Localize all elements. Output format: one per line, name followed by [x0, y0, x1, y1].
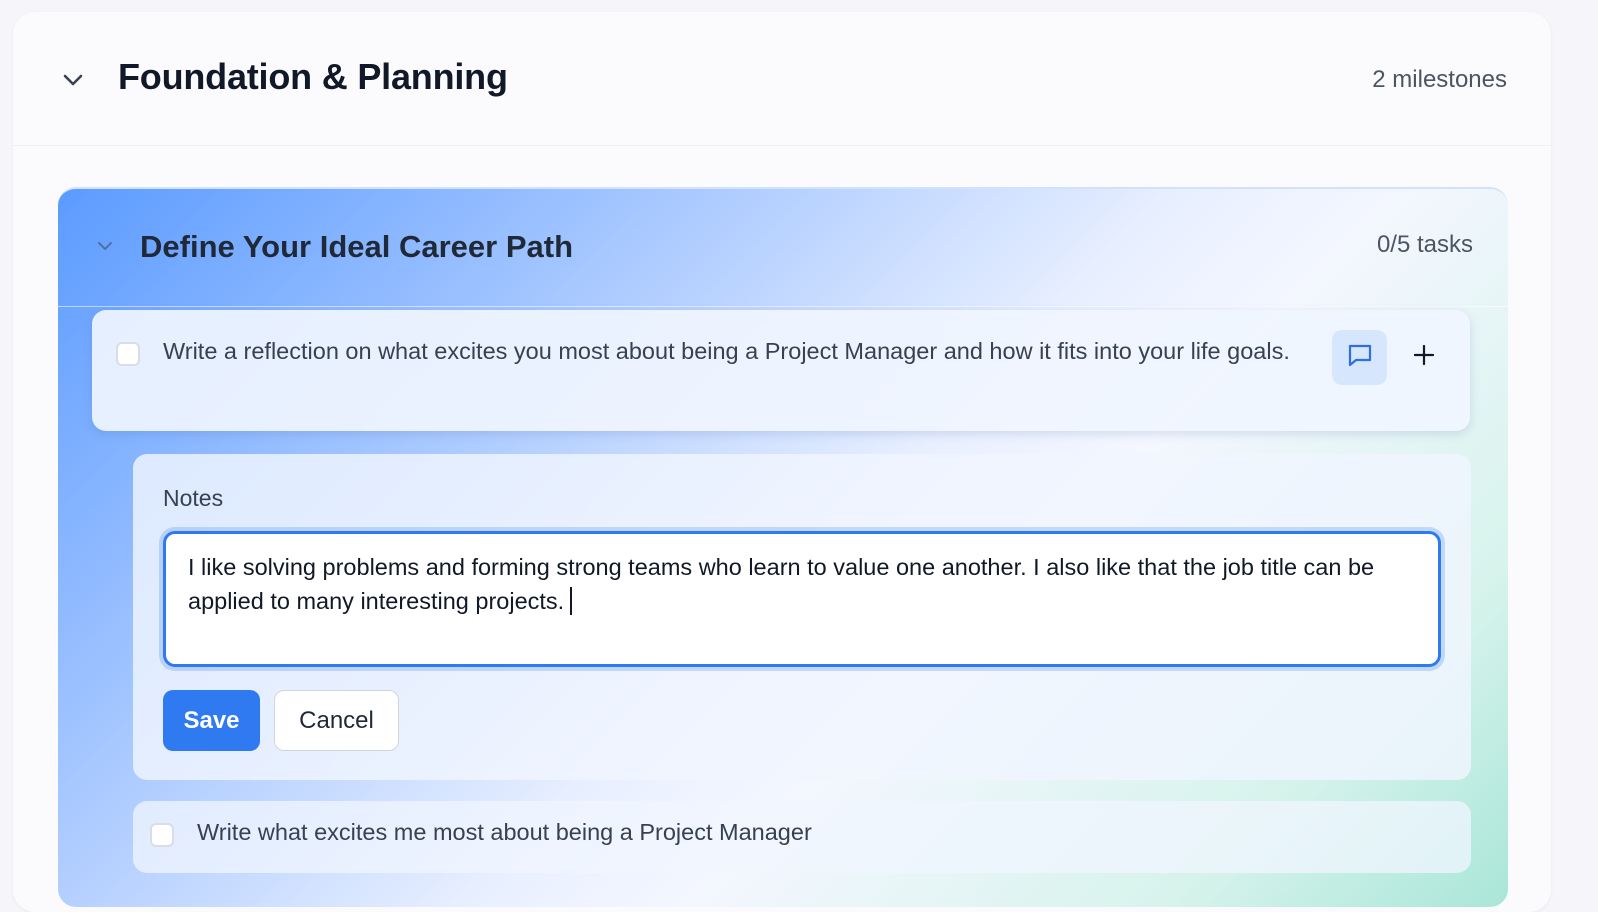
task-item: Write a reflection on what excites you m…	[92, 310, 1470, 431]
task-checkbox[interactable]	[150, 823, 174, 847]
add-subtask-button[interactable]	[1396, 330, 1451, 385]
task-checkbox[interactable]	[116, 342, 140, 366]
notes-text: I like solving problems and forming stro…	[188, 554, 1375, 614]
notes-button[interactable]	[1332, 330, 1387, 385]
cancel-button[interactable]: Cancel	[274, 690, 399, 751]
text-caret	[570, 587, 573, 615]
chevron-down-icon[interactable]	[61, 68, 85, 92]
task-count: 0/5 tasks	[1376, 231, 1473, 258]
task-text: Write a reflection on what excites you m…	[163, 338, 1290, 364]
message-square-icon	[1346, 341, 1374, 374]
phase-title: Foundation & Planning	[118, 56, 508, 97]
milestone-count: 2 milestones	[1372, 66, 1507, 93]
plus-icon	[1412, 343, 1436, 372]
milestone-title: Define Your Ideal Career Path	[140, 229, 574, 264]
chevron-down-icon[interactable]	[94, 235, 116, 257]
save-button[interactable]: Save	[163, 690, 260, 751]
notes-panel: Notes I like solving problems and formin…	[133, 454, 1471, 780]
phase-card: Foundation & Planning 2 milestones Defin…	[13, 12, 1551, 912]
task-item: Write what excites me most about being a…	[133, 801, 1471, 873]
milestone-header[interactable]: Define Your Ideal Career Path 0/5 tasks	[58, 189, 1508, 307]
phase-header[interactable]: Foundation & Planning 2 milestones	[13, 12, 1551, 146]
task-text: Write what excites me most about being a…	[197, 819, 812, 845]
notes-textarea[interactable]: I like solving problems and forming stro…	[163, 531, 1441, 667]
milestone-card: Define Your Ideal Career Path 0/5 tasks …	[58, 187, 1508, 907]
notes-label: Notes	[163, 485, 224, 511]
